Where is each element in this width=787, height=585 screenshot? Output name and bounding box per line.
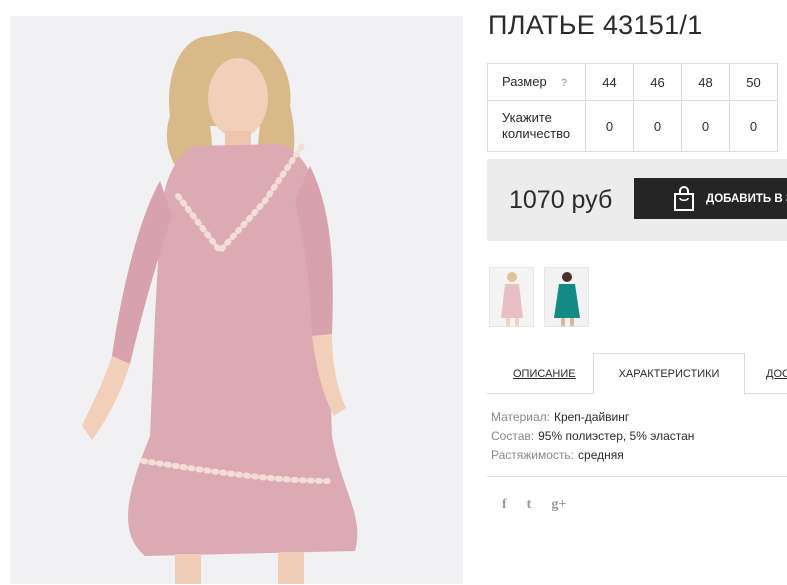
size-help-icon[interactable]: ? [561,75,568,91]
quantity-label: Укажите количество [487,100,586,152]
size-option-46[interactable]: 46 [633,63,682,101]
spec-key: Состав: [491,429,535,443]
model-face [208,58,268,138]
social-share-bar: f t g+ [502,497,566,513]
spec-value: 95% полиэстер, 5% эластан [538,429,695,443]
quantity-input-50[interactable]: 0 [729,100,778,152]
spec-row-composition: Состав: 95% полиэстер, 5% эластан [491,427,694,446]
spec-key: Растяжимость: [491,448,575,462]
product-title: ПЛАТЬЕ 43151/1 [488,10,703,40]
size-label-cell: Размер? [487,63,586,101]
spec-value: Креп-дайвинг [553,410,630,424]
characteristics-list: Материал: Креп-дайвинг Состав: 95% полиэст… [491,408,694,465]
shopping-bag-icon [674,186,694,211]
tab-description[interactable]: ОПИСАНИЕ [513,353,576,394]
size-quantity-table: Размер? 44 46 48 50 Укажите количество 0… [487,63,778,152]
spec-row-material: Материал: Креп-дайвинг [491,408,694,427]
tab-delivery[interactable]: ДОС [766,353,787,394]
teal-dress-thumbnail[interactable] [544,267,589,327]
facebook-icon[interactable]: f [502,497,507,513]
quantity-input-46[interactable]: 0 [633,100,682,152]
add-to-cart-label: ДОБАВИТЬ В З [706,192,787,205]
product-tabs: ОПИСАНИЕ ХАРАКТЕРИСТИКИ ДОС [487,353,787,395]
size-option-48[interactable]: 48 [681,63,730,101]
pink-dress-thumbnail[interactable] [489,267,534,327]
spec-value: средняя [578,448,624,462]
quantity-input-48[interactable]: 0 [681,100,730,152]
divider [487,476,787,477]
add-to-cart-button[interactable]: ДОБАВИТЬ В З [634,178,787,219]
tab-characteristics[interactable]: ХАРАКТЕРИСТИКИ [593,353,745,395]
price-panel: 1070 руб ДОБАВИТЬ В З [487,159,787,241]
product-price: 1070 руб [509,186,613,214]
size-label: Размер [502,73,547,89]
google-plus-icon[interactable]: g+ [551,497,566,513]
size-option-44[interactable]: 44 [585,63,634,101]
product-main-photo[interactable] [10,16,463,584]
twitter-icon[interactable]: t [527,497,532,513]
thumbnail-gallery [489,267,589,327]
spec-row-stretch: Растяжимость: средняя [491,446,694,465]
size-option-50[interactable]: 50 [729,63,778,101]
quantity-input-44[interactable]: 0 [585,100,634,152]
spec-key: Материал: [491,410,550,424]
